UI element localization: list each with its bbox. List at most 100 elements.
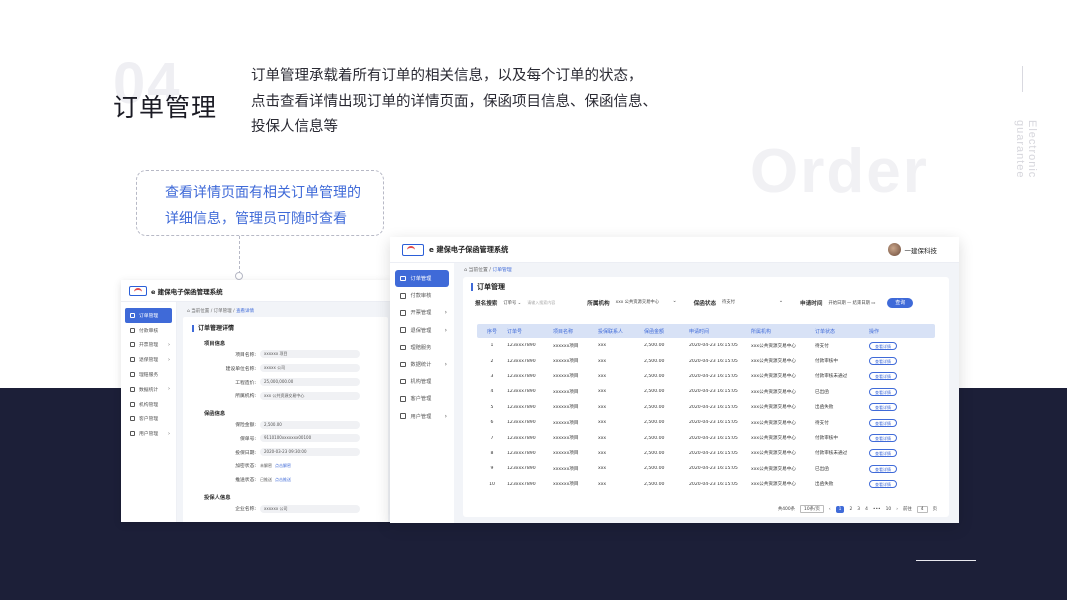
sidebar-item-invoices[interactable]: 开票管理 › (121, 338, 176, 353)
status-select[interactable]: 待支付 (722, 297, 786, 307)
table-cell: 123xxx7890 (507, 466, 536, 472)
table-body: 1 123xxx7890 xxxxxx项目 xxx 2,500.00 2020-04-23… (477, 338, 935, 492)
view-details-button[interactable]: 查看详情 (869, 387, 897, 396)
page-3[interactable]: 3 (857, 507, 860, 512)
breadcrumb: ⌂ 当前位置 / 订单管理 / 查看详情 (187, 309, 255, 314)
list-header: e 建保电子保函管理系统 一建保科技 (390, 237, 959, 263)
table-cell: 2,500.00 (644, 404, 665, 410)
detail-card: 订单管理详情 项目信息 项目名称: xxxxxx 项目 建设单位名称: xxxxx … (183, 317, 388, 522)
table-cell: xxxxxx项目 (553, 405, 579, 411)
table-row: 10 123xxx7890 xxxxxx项目 xxx 2,500.00 2020-04-2… (477, 477, 935, 492)
table-cell: 2,500.00 (644, 373, 665, 379)
table-cell: 123xxx7890 (507, 373, 536, 379)
sidebar-item-payment-review[interactable]: 付款审核 (390, 287, 454, 304)
view-details-button[interactable]: 查看详情 (869, 403, 897, 412)
table-cell: 2020-04-23 16:15:05 (689, 358, 738, 364)
sidebar-item-orders[interactable]: 订单管理 (125, 308, 172, 323)
search-type-select[interactable]: 订单号 ⌄ (503, 300, 521, 306)
date-range-picker[interactable]: 开始日期 — 结束日期 ▭ (828, 300, 875, 306)
institution-icon (400, 378, 406, 385)
detail-field: 项目名称: xxxxxx 项目 (192, 348, 388, 361)
table-cell: 123xxx7890 (507, 420, 536, 426)
pagination: 共400条 10条/页 ‹ 1 2 3 4 ••• 10 › 前往 4 页 (773, 505, 937, 513)
sidebar-item-invoices[interactable]: 开票管理 › (390, 304, 454, 321)
table-cell: 2,500.00 (644, 466, 665, 472)
view-details-button[interactable]: 查看详情 (869, 341, 897, 350)
table-cell: xxx (598, 466, 607, 472)
view-details-button[interactable]: 查看详情 (869, 480, 897, 489)
table-cell: xxx公共资源交易中心 (751, 466, 796, 472)
table-cell: 已出函 (815, 466, 829, 472)
time-label: 申请时间 (800, 301, 823, 307)
page-ellipsis[interactable]: ••• (873, 507, 881, 512)
table-cell: xxx公共资源交易中心 (751, 389, 796, 395)
description-line: 点击查看详情出现订单的详情页面，保函项目信息、保函信息、 (251, 93, 657, 110)
status-label: 保函状态 (693, 301, 717, 307)
table-cell: 2020-04-23 16:15:05 (689, 404, 738, 410)
sidebar-item-refunds[interactable]: 退保管理 › (121, 352, 176, 367)
view-details-button[interactable]: 查看详情 (869, 464, 897, 473)
sidebar-item-customers[interactable]: 客户管理 (121, 412, 176, 427)
table-cell: 付款审核未通过 (815, 451, 848, 457)
order-icon (130, 312, 135, 318)
push-link[interactable]: 点击推送 (275, 477, 291, 482)
callout-box: 查看详情页面有相关订单管理的 详细信息，管理员可随时查看 (136, 170, 384, 236)
refund-icon (400, 327, 406, 333)
sidebar-item-statistics[interactable]: 数据统计 › (390, 356, 454, 373)
table-row: 6 123xxx7890 xxxxxx项目 xxx 2,500.00 2020-04-23… (477, 415, 935, 430)
logo-icon (129, 285, 147, 296)
page-4[interactable]: 4 (865, 507, 868, 512)
prev-page-button[interactable]: ‹ (829, 507, 831, 512)
sidebar-item-institutions[interactable]: 机构管理 (390, 373, 454, 390)
sidebar-item-customers[interactable]: 客户管理 (390, 390, 454, 407)
search-input[interactable]: 请输入搜索内容 (525, 299, 575, 307)
detail-field: 企业名称: xxxxxx 公司 (192, 502, 388, 515)
sidebar-item-statistics[interactable]: 数据统计 › (121, 382, 176, 397)
page-10[interactable]: 10 (886, 507, 892, 512)
next-page-button[interactable]: › (896, 507, 898, 512)
table-cell: 3 (490, 373, 494, 379)
view-details-button[interactable]: 查看详情 (869, 357, 897, 366)
table-cell: xxx (598, 358, 607, 364)
order-list-card: 订单管理 报名搜索 订单号 ⌄ 请输入搜索内容 所属机构 xxx 公共资源交易中… (463, 277, 949, 517)
list-main: ⌂ 当前位置 / 订单管理 订单管理 报名搜索 订单号 ⌄ 请输入搜索内容 所属… (454, 263, 959, 523)
sidebar-item-users[interactable]: 用户管理 › (121, 426, 176, 441)
customer-icon (400, 396, 406, 402)
page-1[interactable]: 1 (835, 505, 845, 513)
sidebar-item-claims[interactable]: 理赔服务 (390, 339, 454, 356)
list-sidebar: 订单管理 付款审核 开票管理 › 退保管理 › 理赔服务 数据统计 › 机构管理 客户… (390, 263, 454, 523)
sidebar-item-users[interactable]: 用户管理 › (390, 408, 454, 425)
table-cell: 2020-04-23 16:15:05 (689, 373, 738, 379)
org-select[interactable]: xxx 公共资源交易中心 (616, 297, 680, 307)
table-cell: 9 (490, 466, 494, 472)
invoice-icon (130, 342, 135, 348)
view-details-button[interactable]: 查看详情 (869, 434, 897, 443)
chevron-right-icon: › (444, 309, 447, 317)
view-details-button[interactable]: 查看详情 (869, 449, 897, 458)
user-menu[interactable]: 一建保科技 (887, 243, 937, 256)
table-header: 序号 订单号 项目名称 投保联系人 保函金额 申请时间 所属机构 订单状态 操作 (477, 324, 935, 338)
sidebar-item-claims[interactable]: 理赔服务 (121, 367, 176, 382)
table-cell: 2020-04-23 16:15:05 (689, 435, 738, 441)
goto-page-input[interactable]: 4 (916, 505, 928, 513)
sidebar-item-payment-review[interactable]: 付款审核 (121, 323, 176, 338)
page-2[interactable]: 2 (849, 507, 852, 512)
page-size-select[interactable]: 10条/页 (800, 505, 824, 513)
view-details-button[interactable]: 查看详情 (869, 372, 897, 381)
table-cell: 10 (489, 481, 495, 487)
chevron-right-icon: › (168, 356, 170, 363)
query-button[interactable]: 查询 (887, 298, 914, 308)
sidebar-item-orders[interactable]: 订单管理 (395, 270, 449, 288)
sidebar-item-institutions[interactable]: 机构管理 (121, 397, 176, 412)
table-cell: 1 (490, 343, 494, 349)
chevron-right-icon: › (168, 430, 170, 437)
decrypt-link[interactable]: 点击解密 (275, 463, 291, 468)
table-cell: 付款审核中 (815, 436, 838, 442)
table-cell: xxx公共资源交易中心 (751, 436, 796, 442)
chart-icon (130, 386, 135, 392)
view-details-button[interactable]: 查看详情 (869, 418, 897, 427)
page-title: 订单管理 (471, 283, 505, 291)
detail-main: ⌂ 当前位置 / 订单管理 / 查看详情 订单管理详情 项目信息 项目名称: xx… (177, 302, 390, 522)
sidebar-item-refunds[interactable]: 退保管理 › (390, 322, 454, 339)
detail-header: e 建保电子保函管理系统 (121, 280, 390, 302)
